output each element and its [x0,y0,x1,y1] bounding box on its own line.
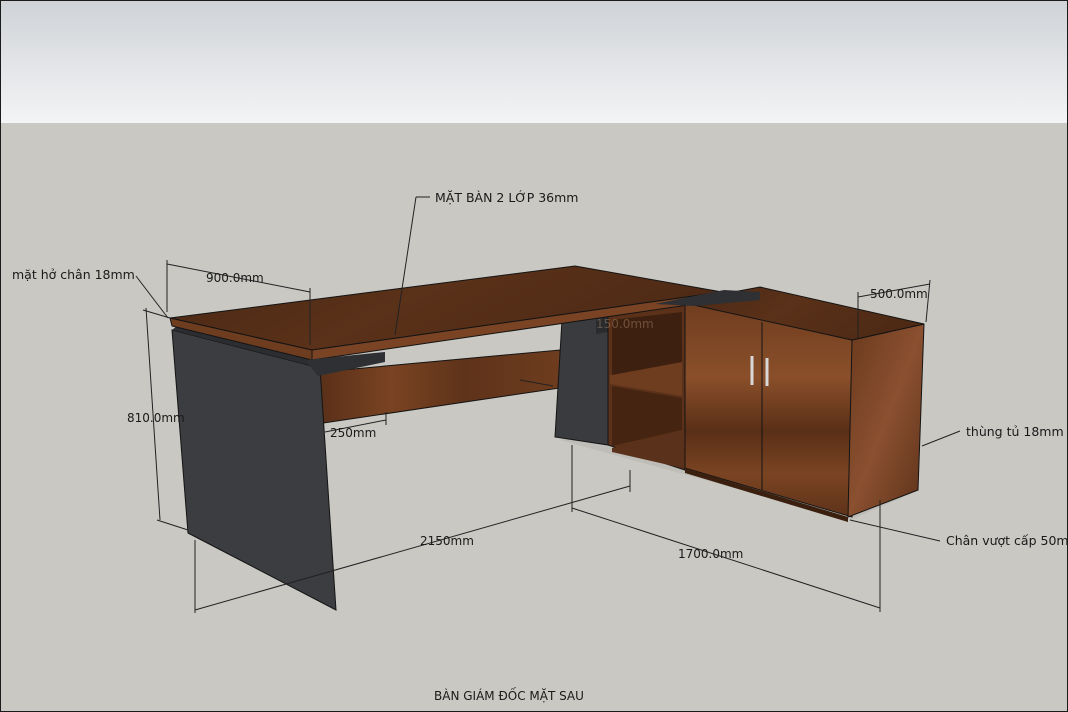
dim-cabinet-depth: 500.0mm [870,287,928,301]
desk-model: MẶT BÀN 2 LỚP 36mm mặt hở chân 18mm 900.… [12,190,1068,703]
label-leg-reveal: mặt hở chân 18mm [12,267,135,282]
dim-cabinet-length: 1700.0mm [678,547,743,561]
label-cabinet-plinth: Chân vượt cấp 50mm [946,533,1068,548]
dim-desk-height: 810.0mm [127,411,185,425]
dim-desk-depth: 900.0mm [206,271,264,285]
dim-hidden: 150.0mm [596,317,654,331]
dim-inset: 250mm [330,426,376,440]
left-panel-leg [171,329,337,611]
dim-desk-length: 2150mm [420,534,474,548]
drawing-caption: BÀN GIÁM ĐỐC MẶT SAU [434,687,584,703]
label-top-layer: MẶT BÀN 2 LỚP 36mm [435,190,578,205]
cabinet-side [847,323,925,518]
drawing-canvas: MẶT BÀN 2 LỚP 36mm mặt hở chân 18mm 900.… [0,0,1068,712]
label-cabinet-box: thùng tủ 18mm [966,424,1064,439]
